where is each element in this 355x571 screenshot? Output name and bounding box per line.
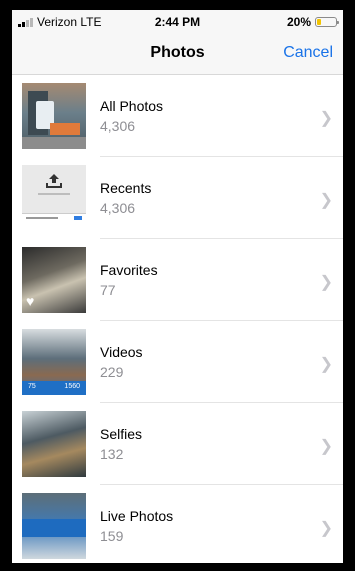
album-count: 229 (100, 364, 124, 380)
album-row-selfies[interactable]: Selfies 132 ❯ (12, 403, 343, 485)
album-count: 159 (100, 528, 124, 544)
thumbnail-label: 1560 (64, 383, 80, 390)
album-text: Live Photos 159 (100, 508, 343, 544)
upload-icon (46, 174, 62, 188)
album-name: Selfies (100, 426, 143, 442)
battery-fill (317, 19, 321, 25)
chevron-right-icon: ❯ (319, 438, 333, 455)
chevron-right-icon: ❯ (319, 192, 333, 209)
album-row-all-photos[interactable]: All Photos 4,306 ❯ (12, 75, 343, 157)
thumbnail-label: 75 (28, 383, 36, 390)
cancel-button[interactable]: Cancel (283, 44, 333, 62)
status-bar: Verizon LTE 2:44 PM 20% (12, 10, 343, 34)
album-name: Live Photos (100, 508, 174, 524)
status-right: 20% (286, 15, 339, 29)
album-name: Recents (100, 180, 152, 196)
album-name: All Photos (100, 98, 164, 114)
album-name: Videos (100, 344, 143, 360)
screen: Verizon LTE 2:44 PM 20% Photos Cancel Al… (12, 10, 343, 563)
album-thumbnail: 75 1560 (22, 329, 86, 395)
album-row-videos[interactable]: 75 1560 Videos 229 ❯ (12, 321, 343, 403)
album-text: All Photos 4,306 (100, 98, 343, 134)
album-thumbnail: ♥ (22, 247, 86, 313)
album-thumbnail (22, 83, 86, 149)
album-text: Recents 4,306 (100, 180, 343, 216)
album-count: 77 (100, 282, 116, 298)
chevron-right-icon: ❯ (319, 356, 333, 373)
chevron-right-icon: ❯ (319, 110, 333, 127)
battery-percent: 20% (286, 15, 311, 29)
album-row-favorites[interactable]: ♥ Favorites 77 ❯ (12, 239, 343, 321)
album-text: Favorites 77 (100, 262, 343, 298)
album-list: All Photos 4,306 ❯ Recents 4,306 ❯ ♥ Fav… (12, 75, 343, 563)
battery-icon (315, 17, 339, 27)
album-text: Selfies 132 (100, 426, 343, 462)
album-thumbnail (22, 493, 86, 559)
album-count: 132 (100, 446, 124, 462)
album-count: 4,306 (100, 118, 136, 134)
album-name: Favorites (100, 262, 158, 278)
album-row-recents[interactable]: Recents 4,306 ❯ (12, 157, 343, 239)
chevron-right-icon: ❯ (319, 274, 333, 291)
album-text: Videos 229 (100, 344, 343, 380)
heart-icon: ♥ (26, 293, 35, 309)
album-thumbnail (22, 411, 86, 477)
phone-frame: Verizon LTE 2:44 PM 20% Photos Cancel Al… (0, 0, 355, 571)
album-thumbnail (22, 165, 86, 231)
album-count: 4,306 (100, 200, 136, 216)
chevron-right-icon: ❯ (319, 520, 333, 537)
nav-bar: Photos Cancel (12, 34, 343, 75)
album-row-live-photos[interactable]: Live Photos 159 ❯ (12, 485, 343, 563)
